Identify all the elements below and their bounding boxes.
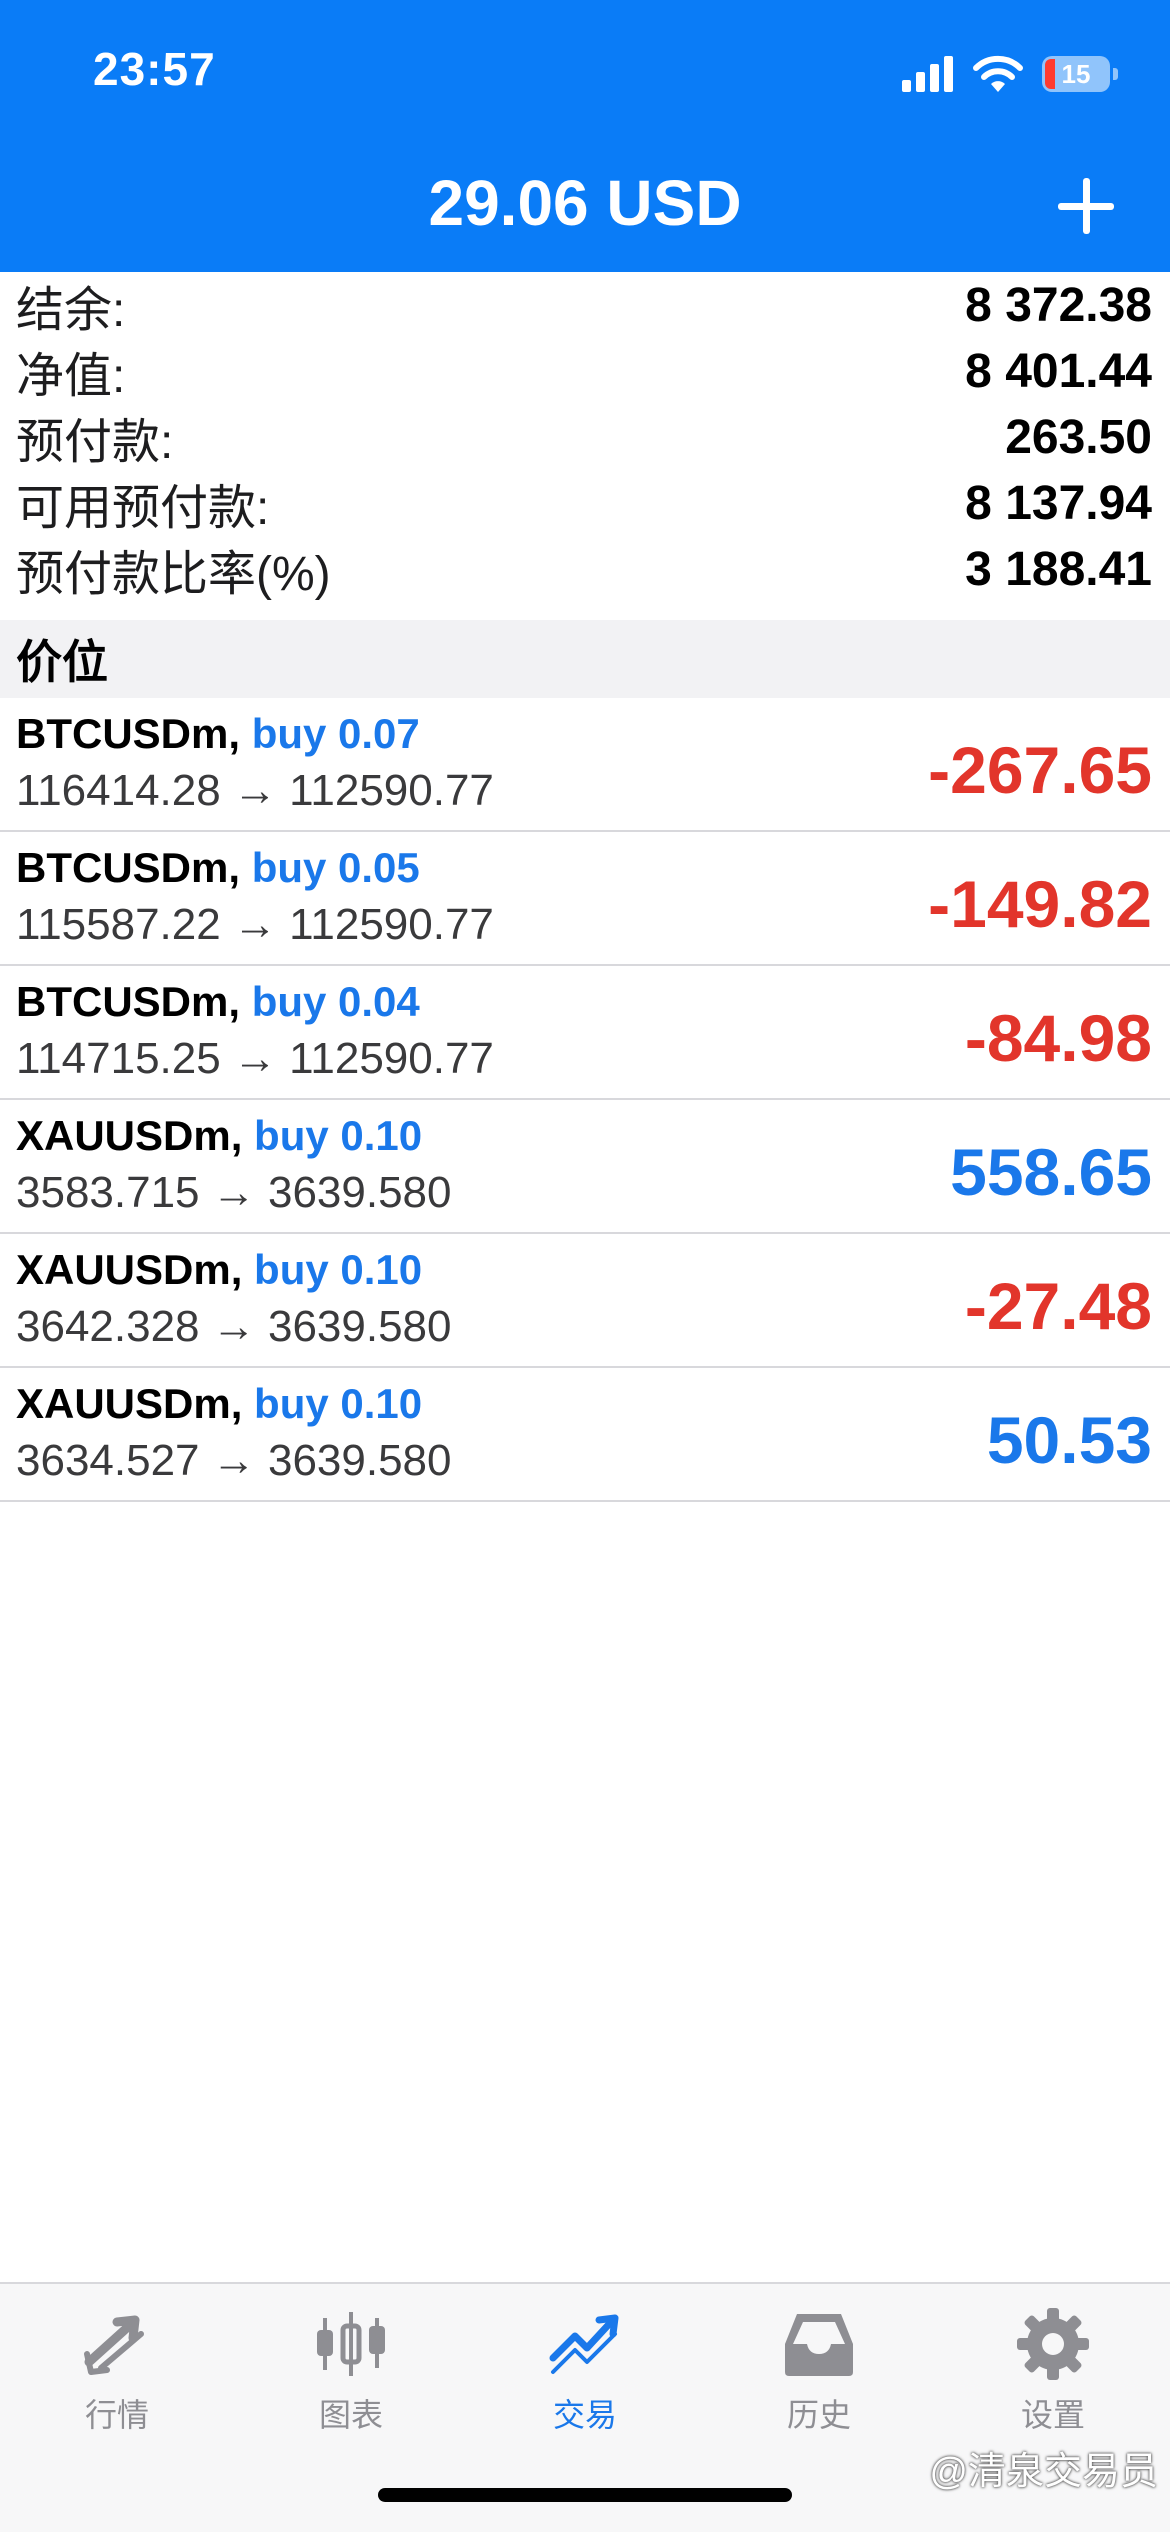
gear-icon xyxy=(1017,2308,1089,2380)
positions-list: BTCUSDm, buy 0.07 116414.28 → 112590.77 … xyxy=(0,698,1170,1502)
position-symbol: XAUUSDm, xyxy=(16,1246,243,1293)
position-prices: 3583.715 → 3639.580 xyxy=(16,1168,452,1217)
position-row[interactable]: XAUUSDm, buy 0.10 3583.715 → 3639.580 55… xyxy=(0,1100,1170,1234)
candlestick-chart-icon xyxy=(317,2312,385,2376)
tab-label: 行情 xyxy=(84,2397,149,2433)
position-title: XAUUSDm, buy 0.10 xyxy=(16,1380,422,1428)
position-row[interactable]: BTCUSDm, buy 0.04 114715.25 → 112590.77 … xyxy=(0,966,1170,1100)
tab-label: 交易 xyxy=(552,2397,617,2433)
position-profit: -149.82 xyxy=(928,867,1152,941)
summary-value: 8 372.38 xyxy=(965,278,1152,332)
position-prices: 3634.527 → 3639.580 xyxy=(16,1436,452,1485)
position-prices: 114715.25 → 112590.77 xyxy=(16,1034,494,1083)
position-symbol: BTCUSDm, xyxy=(16,978,241,1025)
position-prices: 115587.22 → 112590.77 xyxy=(16,900,494,949)
position-profit: -84.98 xyxy=(964,1001,1152,1075)
position-row[interactable]: BTCUSDm, buy 0.05 115587.22 → 112590.77 … xyxy=(0,832,1170,966)
position-title: BTCUSDm, buy 0.04 xyxy=(16,978,420,1026)
positions-section-header: 价位 xyxy=(0,620,1170,698)
position-action: buy 0.07 xyxy=(251,710,420,757)
position-title: BTCUSDm, buy 0.05 xyxy=(16,844,420,892)
summary-value: 8 137.94 xyxy=(965,476,1152,530)
new-order-button[interactable] xyxy=(1056,176,1116,236)
position-symbol: BTCUSDm, xyxy=(16,844,241,891)
position-action: buy 0.10 xyxy=(254,1112,423,1159)
summary-label: 可用预付款: xyxy=(16,482,270,535)
position-action: buy 0.04 xyxy=(251,978,420,1025)
position-action: buy 0.05 xyxy=(251,844,420,891)
summary-label: 预付款比率(%) xyxy=(16,548,331,601)
position-title: XAUUSDm, buy 0.10 xyxy=(16,1246,422,1294)
summary-label: 净值: xyxy=(16,350,126,403)
summary-row-equity: 净值: 8 401.44 xyxy=(0,338,1170,404)
summary-row-margin: 预付款: 263.50 xyxy=(0,404,1170,470)
tab-charts[interactable]: 图表 xyxy=(234,2304,468,2436)
tab-settings[interactable]: 设置 xyxy=(936,2304,1170,2436)
tab-history[interactable]: 历史 xyxy=(702,2304,936,2436)
position-prices: 116414.28 → 112590.77 xyxy=(16,766,494,815)
summary-row-balance: 结余: 8 372.38 xyxy=(0,272,1170,338)
position-action: buy 0.10 xyxy=(254,1380,423,1427)
position-symbol: XAUUSDm, xyxy=(16,1380,243,1427)
summary-label: 预付款: xyxy=(16,416,174,469)
page-title: 29.06 USD xyxy=(428,167,742,239)
quotes-arrows-icon xyxy=(84,2315,144,2375)
position-symbol: XAUUSDm, xyxy=(16,1112,243,1159)
summary-value: 3 188.41 xyxy=(965,542,1152,596)
position-profit: -267.65 xyxy=(928,733,1152,807)
battery-icon: 15 xyxy=(1042,56,1118,92)
position-profit: 50.53 xyxy=(986,1403,1152,1477)
position-action: buy 0.10 xyxy=(254,1246,423,1293)
battery-level: 15 xyxy=(1061,58,1091,89)
summary-value: 8 401.44 xyxy=(965,344,1152,398)
position-profit: -27.48 xyxy=(964,1269,1152,1343)
watermark: @清泉交易员 xyxy=(929,2451,1158,2493)
status-time: 23:57 xyxy=(93,43,216,95)
trade-screen: 23:57 15 29.06 USD 结余: 8 372.38 净值: 8 40… xyxy=(0,0,1170,2532)
tab-label: 历史 xyxy=(786,2397,851,2433)
tab-label: 图表 xyxy=(318,2397,383,2433)
tab-label: 设置 xyxy=(1020,2397,1085,2433)
position-row[interactable]: BTCUSDm, buy 0.07 116414.28 → 112590.77 … xyxy=(0,698,1170,832)
cellular-signal-icon xyxy=(902,56,954,92)
position-row[interactable]: XAUUSDm, buy 0.10 3642.328 → 3639.580 -2… xyxy=(0,1234,1170,1368)
position-prices: 3642.328 → 3639.580 xyxy=(16,1302,452,1351)
top-bar: 23:57 15 29.06 USD xyxy=(0,0,1170,272)
position-row[interactable]: XAUUSDm, buy 0.10 3634.527 → 3639.580 50… xyxy=(0,1368,1170,1502)
tab-trade[interactable]: 交易 xyxy=(468,2304,702,2436)
trade-trend-icon xyxy=(549,2314,619,2374)
status-icons: 15 xyxy=(902,52,1118,96)
account-summary: 结余: 8 372.38 净值: 8 401.44 预付款: 263.50 可用… xyxy=(0,272,1170,602)
summary-row-free-margin: 可用预付款: 8 137.94 xyxy=(0,470,1170,536)
wifi-icon xyxy=(973,55,1023,92)
position-title: BTCUSDm, buy 0.07 xyxy=(16,710,420,758)
summary-value: 263.50 xyxy=(1005,410,1152,464)
summary-row-margin-level: 预付款比率(%) 3 188.41 xyxy=(0,536,1170,602)
position-profit: 558.65 xyxy=(950,1135,1152,1209)
history-inbox-icon xyxy=(785,2314,853,2376)
tab-quotes[interactable]: 行情 xyxy=(0,2304,234,2436)
position-symbol: BTCUSDm, xyxy=(16,710,241,757)
home-indicator[interactable] xyxy=(378,2488,792,2502)
summary-label: 结余: xyxy=(16,284,126,337)
position-title: XAUUSDm, buy 0.10 xyxy=(16,1112,422,1160)
